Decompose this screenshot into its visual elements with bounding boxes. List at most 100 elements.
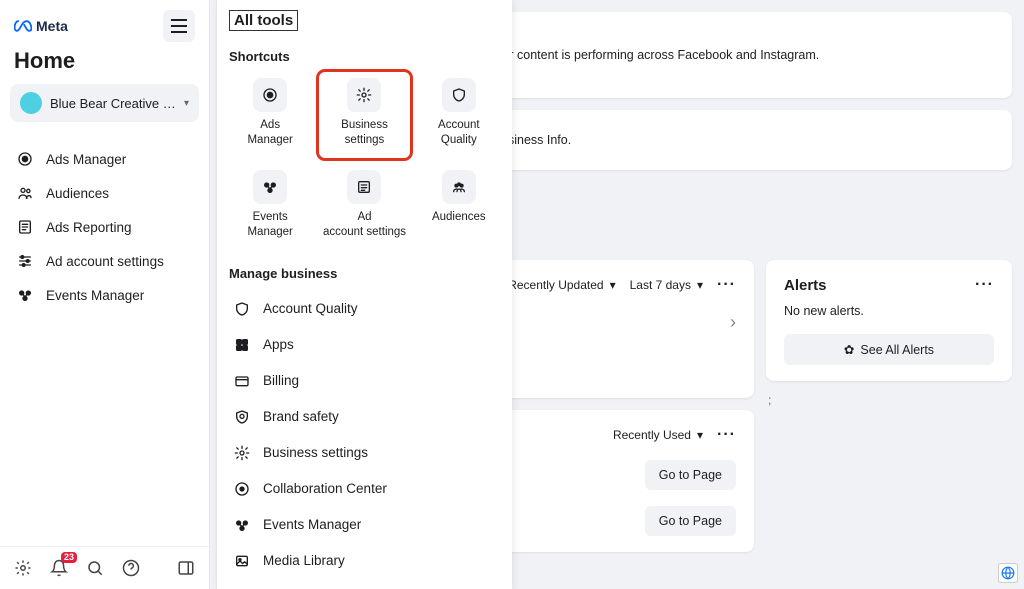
- nav-item-label: Ad account settings: [46, 254, 164, 269]
- caret-down-icon: ▾: [610, 278, 616, 292]
- shortcut-label: Adaccount settings: [323, 210, 406, 240]
- hamburger-icon: [171, 19, 187, 33]
- manage-item-events-manager[interactable]: Events Manager: [225, 507, 504, 543]
- shortcut-label: Businesssettings: [341, 118, 388, 148]
- shortcut-business-settings[interactable]: Businesssettings: [319, 72, 409, 158]
- manage-item-store-locations[interactable]: Store Locations: [225, 579, 504, 589]
- manage-item-label: Business settings: [263, 445, 368, 460]
- shortcut-audiences[interactable]: Audiences: [414, 164, 504, 250]
- recently-used-dropdown[interactable]: Recently Used ▾: [613, 428, 703, 442]
- more-icon[interactable]: ···: [717, 426, 736, 444]
- dropdown-label: Last 7 days: [630, 278, 691, 292]
- media-icon: [233, 552, 251, 570]
- shortcuts-heading: Shortcuts: [217, 39, 512, 72]
- meta-logo[interactable]: Meta: [14, 18, 68, 34]
- shortcut-ads-manager[interactable]: AdsManager: [225, 72, 315, 158]
- brand-label: Meta: [36, 18, 68, 34]
- manage-item-collaboration-center[interactable]: Collaboration Center: [225, 471, 504, 507]
- shortcut-label: Audiences: [432, 210, 486, 225]
- dropdown-label: Recently Used: [613, 428, 691, 442]
- manage-item-business-settings[interactable]: Business settings: [225, 435, 504, 471]
- manage-item-brand-safety[interactable]: Brand safety: [225, 399, 504, 435]
- sidebar-item-audiences[interactable]: Audiences: [8, 176, 201, 210]
- events-icon: [16, 286, 34, 304]
- shortcut-label: AccountQuality: [438, 118, 480, 148]
- no-alerts-text: No new alerts.: [784, 304, 994, 318]
- manage-item-label: Media Library: [263, 553, 345, 568]
- date-range-dropdown[interactable]: Last 7 days ▾: [630, 278, 703, 292]
- more-icon[interactable]: ···: [717, 276, 736, 294]
- chevron-right-icon[interactable]: ›: [730, 312, 736, 333]
- gear-icon: ✿: [844, 342, 854, 357]
- account-name: Blue Bear Creative - Soc...: [50, 96, 176, 111]
- notifications-icon[interactable]: 23: [48, 557, 70, 579]
- help-icon[interactable]: [120, 557, 142, 579]
- events-icon: [233, 516, 251, 534]
- gear-icon: [233, 444, 251, 462]
- globe-icon[interactable]: [998, 563, 1018, 583]
- sliders-icon: [16, 252, 34, 270]
- search-icon[interactable]: [84, 557, 106, 579]
- billing-icon: [233, 372, 251, 390]
- list-icon: [347, 170, 381, 204]
- shield-icon: [442, 78, 476, 112]
- manage-item-label: Events Manager: [263, 517, 361, 532]
- recently-updated-dropdown[interactable]: Recently Updated ▾: [508, 278, 615, 292]
- settings-icon[interactable]: [12, 557, 34, 579]
- shield-icon: [233, 300, 251, 318]
- page-title: Home: [0, 48, 209, 84]
- panel-toggle-icon[interactable]: [175, 557, 197, 579]
- manage-item-media-library[interactable]: Media Library: [225, 543, 504, 579]
- caret-down-icon: ▾: [697, 278, 703, 292]
- nav-item-label: Ads Reporting: [46, 220, 132, 235]
- manage-item-apps[interactable]: Apps: [225, 327, 504, 363]
- go-to-page-button[interactable]: Go to Page: [645, 460, 736, 490]
- nav-item-label: Events Manager: [46, 288, 144, 303]
- all-tools-title: All tools: [229, 10, 298, 31]
- events-icon: [253, 170, 287, 204]
- manage-item-label: Collaboration Center: [263, 481, 387, 496]
- shortcut-events-manager[interactable]: EventsManager: [225, 164, 315, 250]
- manage-item-label: Billing: [263, 373, 299, 388]
- see-all-alerts-button[interactable]: ✿ See All Alerts: [784, 334, 994, 365]
- manage-business-heading: Manage business: [217, 256, 512, 289]
- target-icon: [16, 150, 34, 168]
- account-selector[interactable]: Blue Bear Creative - Soc... ▾: [10, 84, 199, 122]
- menu-toggle-button[interactable]: [163, 10, 195, 42]
- sidebar-item-ad-account-settings[interactable]: Ad account settings: [8, 244, 201, 278]
- caret-down-icon: ▾: [184, 98, 189, 109]
- people-icon: [16, 184, 34, 202]
- shortcut-account-quality[interactable]: AccountQuality: [414, 72, 504, 158]
- audiences-icon: [442, 170, 476, 204]
- caret-down-icon: ▾: [697, 428, 703, 442]
- target-icon: [253, 78, 287, 112]
- see-all-alerts-label: See All Alerts: [860, 343, 934, 357]
- gear-icon: [347, 78, 381, 112]
- shortcut-label: EventsManager: [247, 210, 292, 240]
- collab-icon: [233, 480, 251, 498]
- dropdown-label: Recently Updated: [508, 278, 603, 292]
- nav-item-label: Audiences: [46, 186, 109, 201]
- sidebar-item-ads-reporting[interactable]: Ads Reporting: [8, 210, 201, 244]
- alerts-title: Alerts: [784, 277, 827, 294]
- go-to-page-button[interactable]: Go to Page: [645, 506, 736, 536]
- manage-item-account-quality[interactable]: Account Quality: [225, 291, 504, 327]
- notification-badge: 23: [61, 552, 77, 563]
- brandsafety-icon: [233, 408, 251, 426]
- alerts-card: Alerts ··· No new alerts. ✿ See All Aler…: [766, 260, 1012, 381]
- meta-mark-icon: [14, 20, 32, 32]
- report-icon: [16, 218, 34, 236]
- sidebar-item-ads-manager[interactable]: Ads Manager: [8, 142, 201, 176]
- more-icon[interactable]: ···: [975, 276, 994, 294]
- manage-item-label: Account Quality: [263, 301, 358, 316]
- sidebar-item-events-manager[interactable]: Events Manager: [8, 278, 201, 312]
- shortcut-ad-account-settings[interactable]: Adaccount settings: [319, 164, 409, 250]
- sidebar: Meta Home Blue Bear Creative - Soc... ▾ …: [0, 0, 210, 589]
- all-tools-panel: All tools Shortcuts AdsManager Businessse…: [216, 0, 512, 589]
- avatar: [20, 92, 42, 114]
- manage-item-label: Brand safety: [263, 409, 339, 424]
- manage-item-label: Apps: [263, 337, 294, 352]
- nav-item-label: Ads Manager: [46, 152, 126, 167]
- apps-icon: [233, 336, 251, 354]
- manage-item-billing[interactable]: Billing: [225, 363, 504, 399]
